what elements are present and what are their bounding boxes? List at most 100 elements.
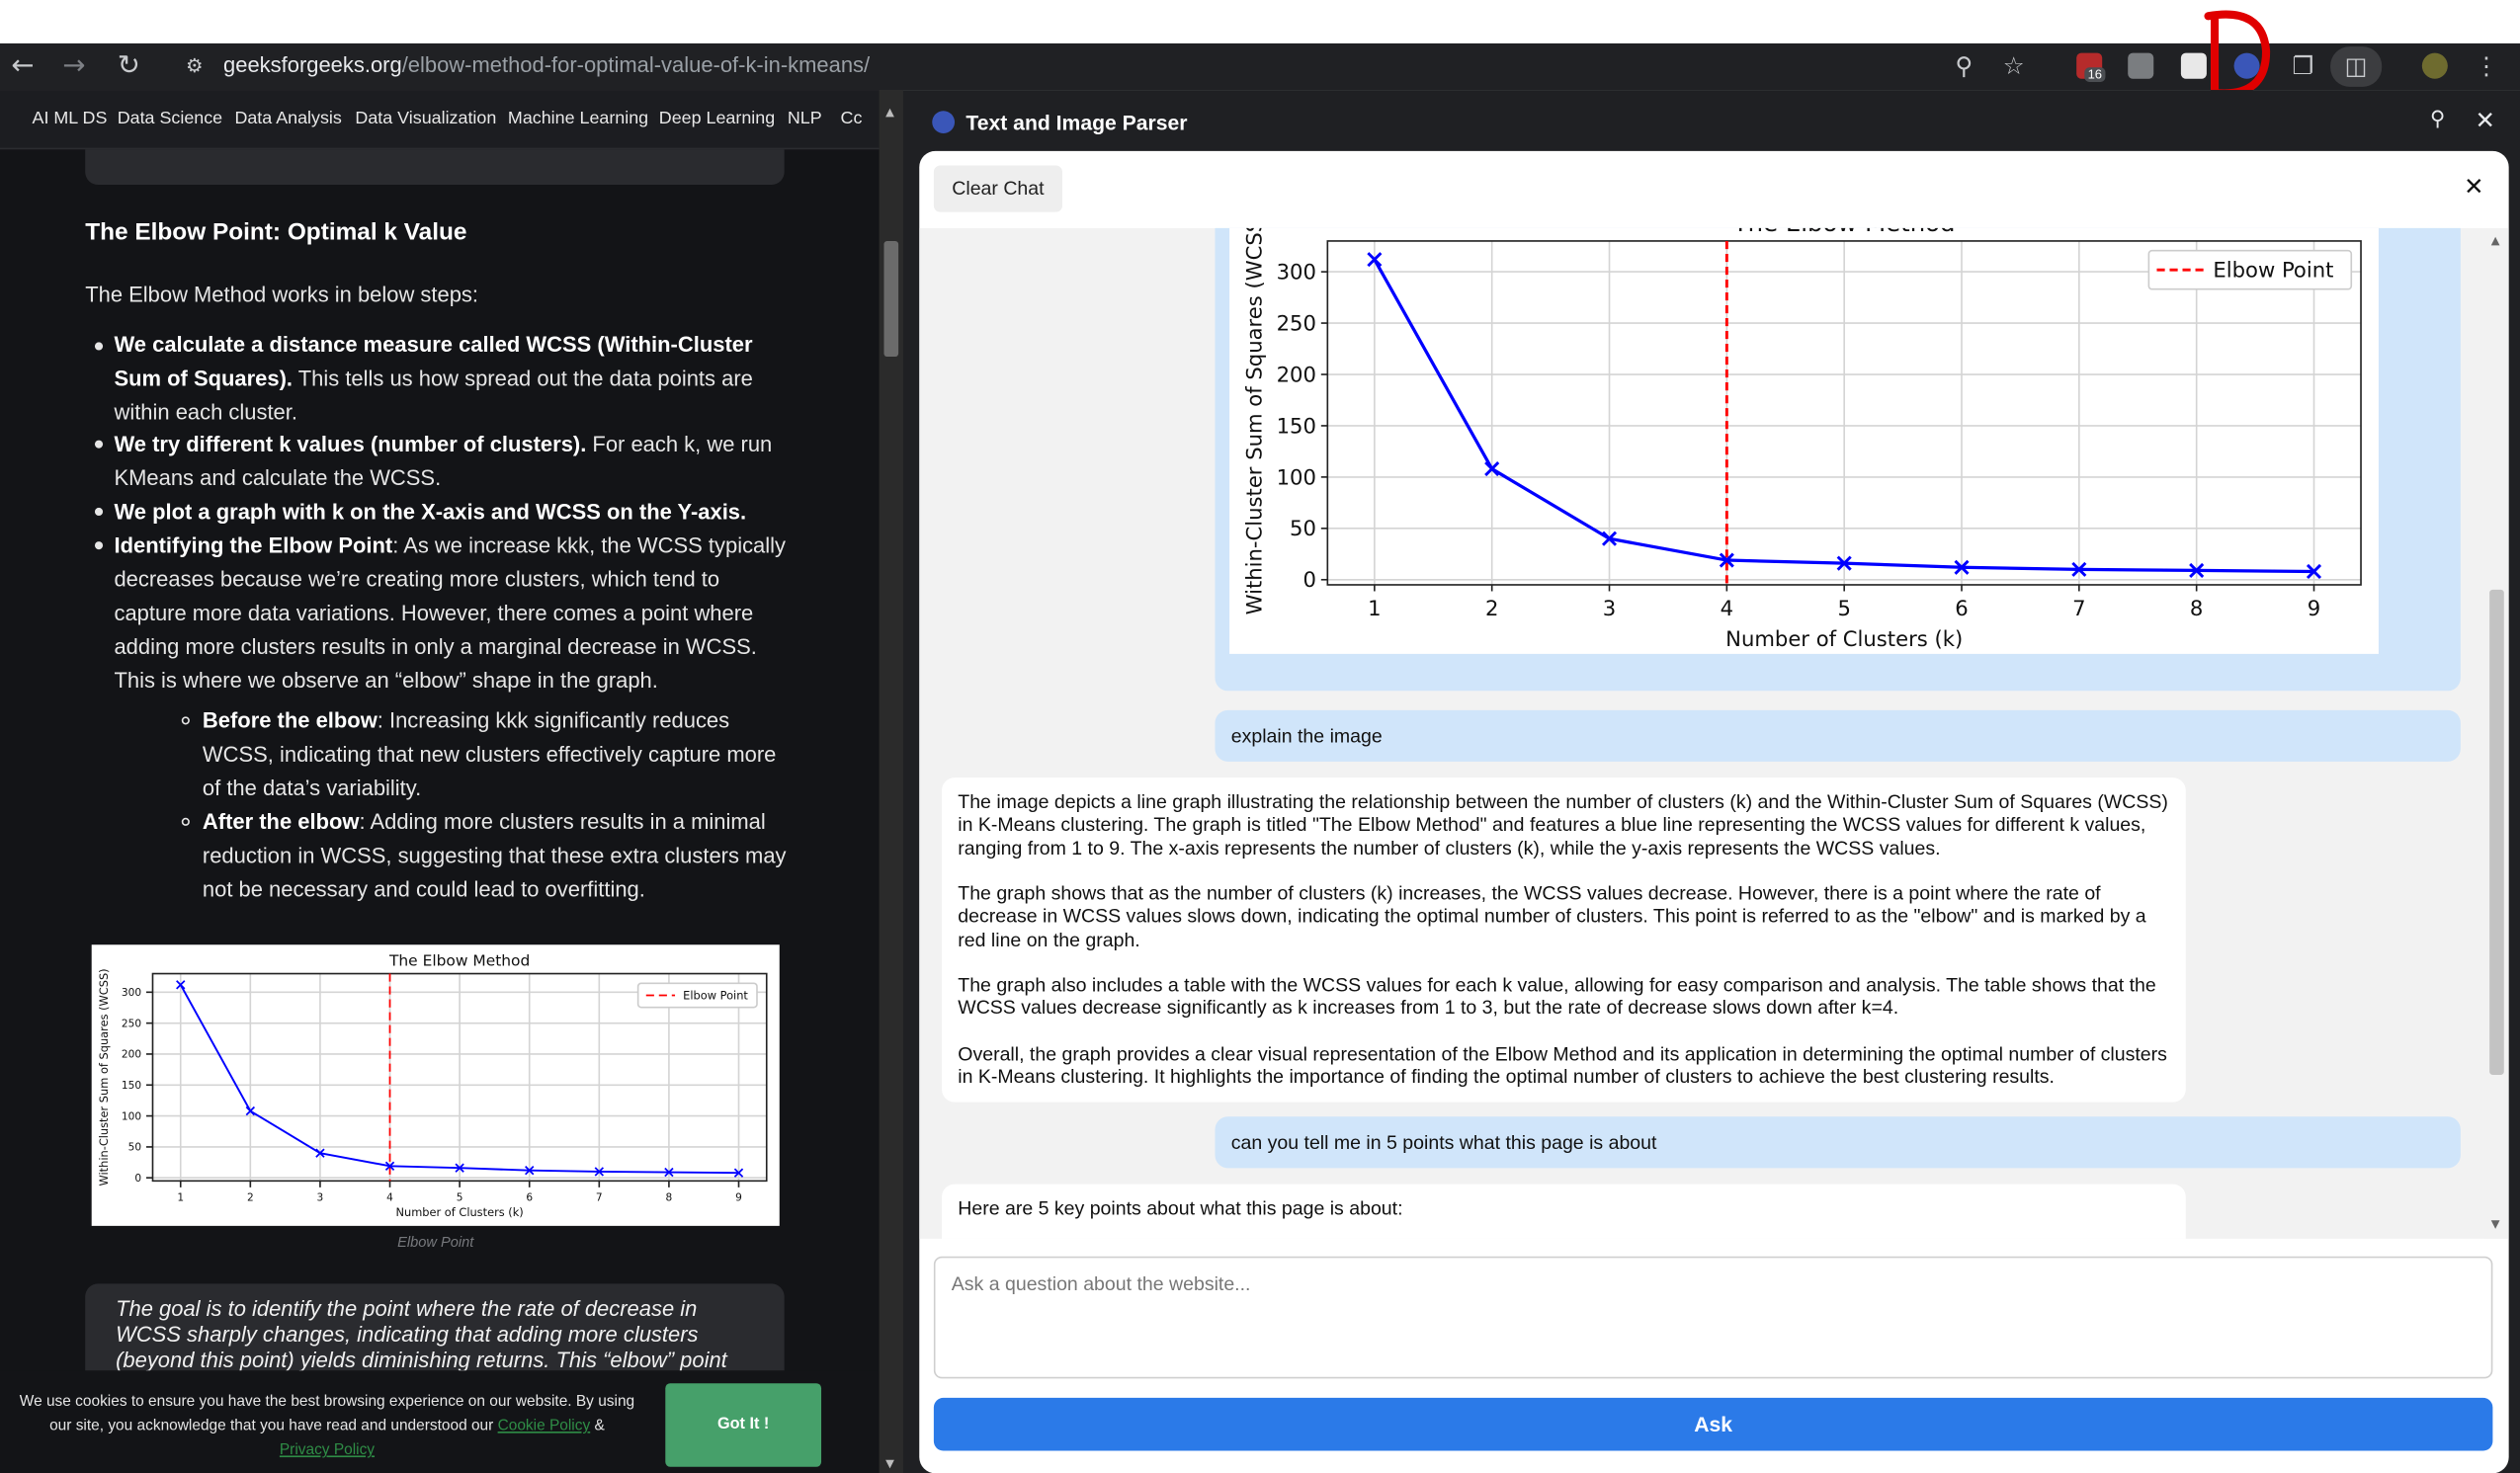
user-message-text: can you tell me in 5 points what this pa… (1230, 1130, 1657, 1154)
chat-window: Clear Chat ✕ The Elbow Method 1 2 3 4 5 6 7 8 9 0 5… (919, 150, 2509, 1473)
x-tick-label: 1 (1368, 596, 1381, 620)
extension-icon[interactable] (2128, 52, 2154, 79)
sub-list-item-bold: After the elbow (202, 809, 360, 835)
chat-scrollbar[interactable]: ▲ ▼ (2484, 227, 2509, 1239)
uploaded-chart-image: The Elbow Method 1 2 3 4 5 6 7 8 9 0 50 100 150 200 250… (1229, 227, 2379, 654)
url-domain: geeksforgeeks.org (223, 52, 402, 78)
bullet-dot (94, 440, 104, 449)
x-tick-label: 3 (317, 1192, 324, 1204)
y-tick-label: 300 (122, 987, 141, 999)
site-info-icon[interactable]: ⚙ (180, 51, 209, 80)
list-item-bold: We try different k values (number of clu… (114, 432, 587, 456)
list-item: We try different k values (number of clu… (114, 428, 789, 495)
red-annotation-mark (2204, 10, 2271, 98)
parser-logo-icon (932, 111, 956, 133)
category-deep-learning[interactable]: Deep Learning (659, 110, 775, 129)
category-more[interactable]: Cc (841, 110, 863, 129)
x-tick-label: 8 (666, 1192, 673, 1204)
y-axis-label: Within-Cluster Sum of Squares (WCSS) (1242, 228, 1267, 614)
category-nlp[interactable]: NLP (788, 110, 822, 129)
elbow-chart-small: The Elbow Method 1 2 3 4 5 6 7 8 9 0 50 100 150 200 250… (97, 951, 768, 1219)
quote-text: The goal is to identify the point where … (116, 1296, 727, 1372)
close-panel-icon[interactable]: ✕ (2476, 106, 2495, 134)
sub-bullet-circle (181, 817, 190, 826)
puzzle-icon[interactable]: ❐ (2289, 51, 2317, 80)
sub-bullet-circle (181, 716, 190, 725)
forward-arrow-icon[interactable]: → (62, 51, 85, 80)
chart-title: The Elbow Method (1732, 228, 1956, 237)
bookmark-star-icon[interactable]: ☆ (1999, 51, 2028, 80)
x-tick-label: 2 (1485, 596, 1498, 620)
category-data-visualization[interactable]: Data Visualization (355, 110, 496, 129)
side-panel: Text and Image Parser ⚲ ✕ Clear Chat ✕ T… (902, 90, 2520, 1473)
chart-title: The Elbow Method (388, 951, 530, 969)
article-page: AI ML DS Data Science Data Analysis Data… (0, 90, 903, 1473)
message-list: The Elbow Method 1 2 3 4 5 6 7 8 9 0 50 100 150 200 250… (919, 227, 2509, 1239)
y-tick-label: 0 (134, 1173, 141, 1185)
x-axis-label: Number of Clusters (k) (395, 1205, 523, 1219)
menu-icon[interactable]: ⋮ (2472, 51, 2500, 80)
scrollbar-thumb[interactable] (2489, 589, 2504, 1075)
x-tick-label: 4 (386, 1192, 393, 1204)
privacy-policy-link[interactable]: Privacy Policy (280, 1441, 375, 1459)
y-tick-label: 50 (128, 1142, 142, 1154)
scroll-up-icon[interactable]: ▲ (885, 106, 894, 119)
scroll-down-icon[interactable]: ▼ (2491, 1218, 2500, 1231)
question-input[interactable] (935, 1258, 2491, 1377)
got-it-button[interactable]: Got It ! (665, 1383, 822, 1467)
list-item: Identifying the Elbow Point: As we incre… (114, 529, 789, 697)
address-bar[interactable]: geeksforgeeks.org/elbow-method-for-optim… (223, 53, 870, 77)
legend-label: Elbow Point (2213, 258, 2333, 283)
question-input-box[interactable] (933, 1256, 2493, 1379)
ask-button[interactable]: Ask (933, 1397, 2493, 1451)
category-data-science[interactable]: Data Science (118, 110, 222, 129)
sub-list-item: After the elbow: Adding more clusters re… (203, 805, 790, 906)
browser-toolbar: ← → ↻ ⚙ geeksforgeeks.org/elbow-method-f… (0, 42, 2520, 91)
y-tick-label: 200 (1277, 362, 1316, 386)
y-tick-label: 250 (122, 1018, 141, 1029)
list-item: We plot a graph with k on the X-axis and… (114, 495, 789, 529)
y-tick-label: 250 (1277, 310, 1316, 335)
clear-chat-button[interactable]: Clear Chat (933, 165, 1062, 212)
user-message: can you tell me in 5 points what this pa… (1215, 1116, 2461, 1169)
list-item: We calculate a distance measure called W… (114, 328, 789, 429)
x-tick-label: 5 (1837, 596, 1850, 620)
page-scrollbar[interactable]: ▲ ▼ (879, 90, 903, 1473)
sub-list-item-bold: Before the elbow (202, 708, 378, 733)
x-tick-label: 6 (526, 1192, 533, 1204)
previous-block (85, 149, 785, 186)
x-axis-label: Number of Clusters (k) (1725, 626, 1963, 651)
avatar[interactable] (2421, 52, 2448, 79)
category-machine-learning[interactable]: Machine Learning (508, 110, 648, 129)
x-tick-label: 2 (247, 1192, 254, 1204)
category-bar: AI ML DS Data Science Data Analysis Data… (0, 90, 880, 150)
cookie-text: We use cookies to ensure you have the be… (10, 1390, 644, 1462)
category-ai-ml-ds[interactable]: AI ML DS (33, 110, 108, 129)
assistant-paragraph: Overall, the graph provides a clear visu… (958, 1042, 2167, 1089)
category-data-analysis[interactable]: Data Analysis (234, 110, 341, 129)
x-tick-label: 1 (177, 1192, 184, 1204)
x-tick-label: 3 (1603, 596, 1616, 620)
cookie-policy-link[interactable]: Cookie Policy (498, 1417, 591, 1434)
user-message: explain the image (1215, 709, 2461, 762)
pin-icon[interactable]: ⚲ (2430, 108, 2446, 131)
back-arrow-icon[interactable]: ← (11, 51, 34, 80)
scrollbar-thumb[interactable] (883, 240, 899, 358)
scroll-down-icon[interactable]: ▼ (885, 1457, 894, 1470)
url-path: /elbow-method-for-optimal-value-of-k-in-… (401, 52, 871, 78)
cookie-separator: & (590, 1417, 605, 1435)
side-panel-icon: ◫ (2344, 51, 2368, 81)
side-panel-button[interactable]: ◫ (2330, 46, 2383, 87)
close-icon[interactable]: ✕ (2464, 172, 2483, 201)
zoom-icon[interactable]: ⚲ (1950, 51, 1978, 80)
scroll-up-icon[interactable]: ▲ (2491, 234, 2500, 247)
y-tick-label: 100 (122, 1110, 141, 1122)
reload-icon[interactable]: ↻ (118, 51, 140, 80)
assistant-paragraph: The image depicts a line graph illustrat… (958, 790, 2168, 859)
bullet-dot (94, 507, 104, 517)
x-tick-label: 5 (457, 1192, 463, 1204)
intro-text: The Elbow Method works in below steps: (85, 283, 479, 307)
y-tick-label: 150 (1277, 413, 1316, 438)
y-tick-label: 100 (1277, 464, 1316, 489)
legend-label: Elbow Point (683, 988, 748, 1002)
